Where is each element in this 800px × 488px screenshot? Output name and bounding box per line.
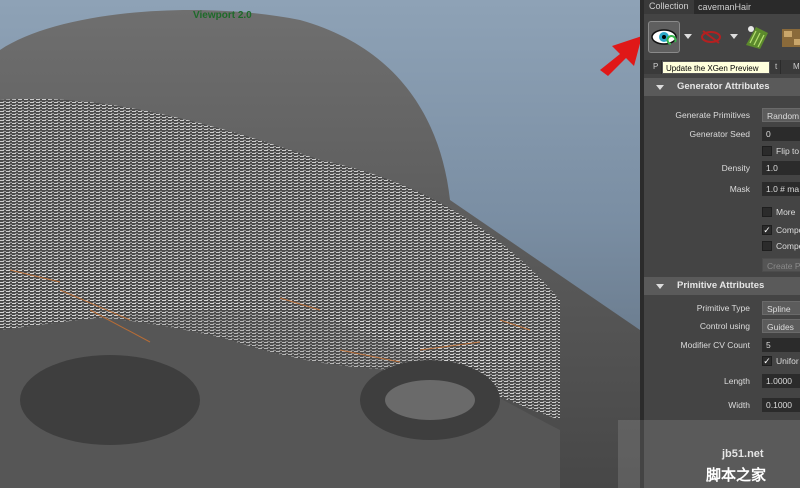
texture-button[interactable] <box>778 21 800 53</box>
primitive-type-label: Primitive Type <box>696 303 750 313</box>
grass-preview-icon <box>746 26 768 49</box>
create-button[interactable]: Create Pa <box>762 258 800 272</box>
clear-preview-dropdown[interactable] <box>730 34 738 39</box>
tab-primitives[interactable]: P <box>650 60 663 74</box>
collapse-triangle-icon <box>656 284 664 289</box>
flip-label: Flip to <box>776 146 800 156</box>
xgen-toolbar <box>644 18 800 54</box>
more-label: More <box>776 207 796 217</box>
primitive-attributes-header[interactable]: Primitive Attributes <box>644 277 800 295</box>
width-label: Width <box>728 400 750 410</box>
control-using-label: Control using <box>699 321 750 331</box>
density-field[interactable]: 1.0 <box>762 161 800 175</box>
compe-label: Compe <box>776 241 800 251</box>
collection-row: Collection cavemanHair <box>644 0 800 14</box>
more-checkbox[interactable] <box>762 207 772 217</box>
modifier-cv-count-label: Modifier CV Count <box>680 340 750 350</box>
red-arrow-icon <box>600 36 642 76</box>
viewport[interactable]: Viewport 2.0 <box>0 0 640 488</box>
mask-field[interactable]: 1.0 # ma <box>762 182 800 196</box>
collection-label: Collection <box>649 1 689 11</box>
tab-modifiers[interactable]: M <box>790 60 800 74</box>
primitive-attributes-title: Primitive Attributes <box>677 280 765 291</box>
generator-seed-field[interactable]: 0 <box>762 127 800 141</box>
update-preview-button[interactable] <box>648 21 680 53</box>
eye-refresh-icon <box>651 29 677 45</box>
watermark-brand: 脚本之家 <box>706 467 767 484</box>
generate-primitives-dropdown[interactable]: Random <box>762 108 800 122</box>
primitive-type-dropdown[interactable]: Spline <box>762 301 800 315</box>
mask-label: Mask <box>729 184 750 194</box>
control-using-dropdown[interactable]: Guides <box>762 319 800 333</box>
length-label: Length <box>724 376 750 386</box>
generator-seed-label: Generator Seed <box>689 129 750 139</box>
update-preview-tooltip: Update the XGen Preview <box>662 61 770 74</box>
generate-primitives-label: Generate Primitives <box>675 110 750 120</box>
preview-grass-button[interactable] <box>742 21 774 53</box>
length-field[interactable]: 1.0000 <box>762 374 800 388</box>
width-field[interactable]: 0.1000 <box>762 398 800 412</box>
uniform-checkbox[interactable]: ✓ <box>762 356 772 366</box>
tab-output[interactable]: t <box>772 60 782 74</box>
compe-checkbox[interactable] <box>762 241 772 251</box>
collapse-triangle-icon <box>656 85 664 90</box>
modifier-cv-count-field[interactable]: 5 <box>762 338 800 352</box>
eye-disabled-icon <box>701 30 721 44</box>
uniform-label: Unifor <box>776 356 799 366</box>
compo-label: Compo <box>776 225 800 235</box>
collection-dropdown[interactable]: cavemanHair <box>694 0 800 14</box>
watermark-site: jb51.net <box>722 448 764 460</box>
clear-preview-button[interactable] <box>696 21 728 53</box>
viewport-renderer-label: Viewport 2.0 <box>193 10 252 21</box>
generator-attributes-title: Generator Attributes <box>677 81 770 92</box>
density-label: Density <box>721 163 750 173</box>
compo-checkbox[interactable]: ✓ <box>762 225 772 235</box>
head-mesh <box>0 10 640 488</box>
generator-attributes-header[interactable]: Generator Attributes <box>644 78 800 96</box>
update-preview-dropdown[interactable] <box>684 34 692 39</box>
flip-checkbox[interactable] <box>762 146 772 156</box>
texture-icon <box>782 29 800 47</box>
